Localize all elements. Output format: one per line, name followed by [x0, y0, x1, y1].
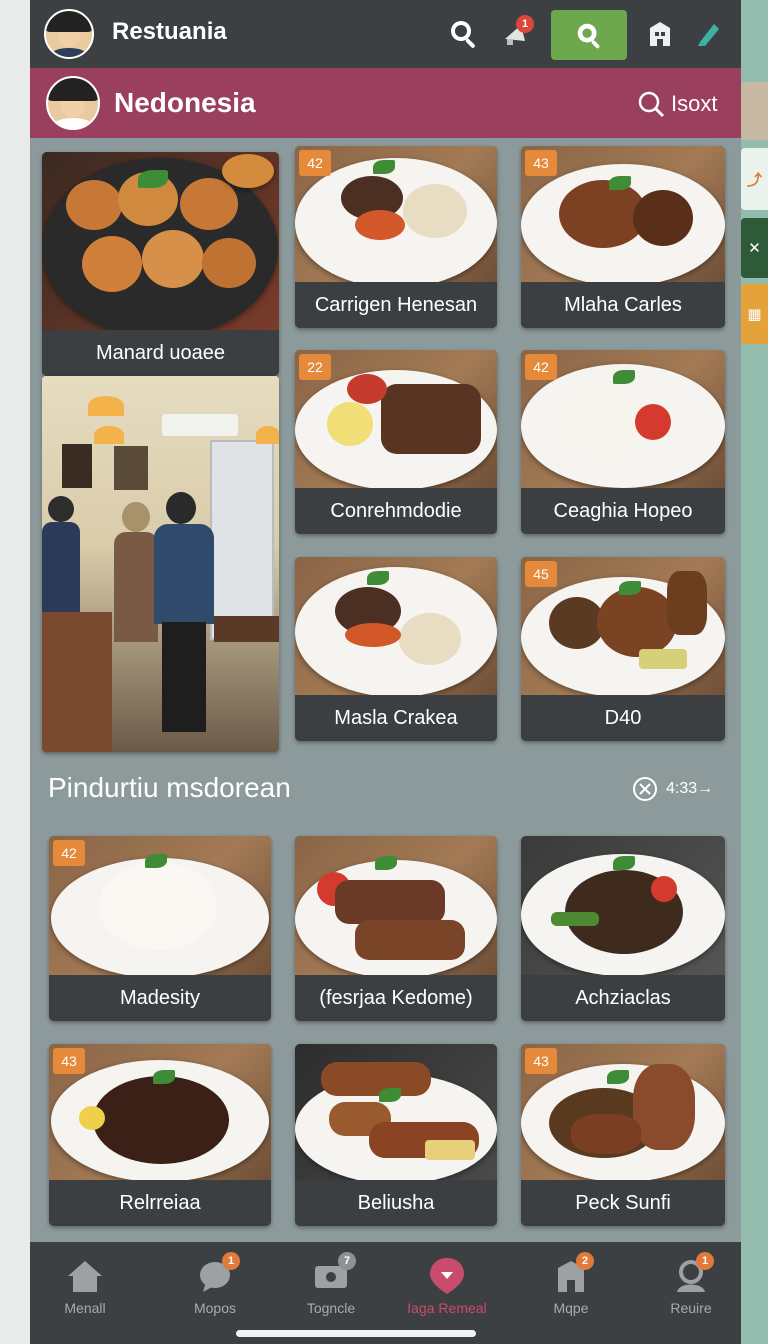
nav-item-menall[interactable]: Menall — [30, 1256, 140, 1326]
top-bar: Restuania 1 — [30, 0, 741, 68]
dish-card[interactable]: 43 Relrreiaa — [49, 1044, 271, 1226]
dish-name: Ceaghia Hopeo — [521, 488, 725, 534]
dish-name: Mlaha Carles — [521, 282, 725, 328]
nav-label: Iaga Remeal — [407, 1300, 487, 1316]
dish-badge: 45 — [525, 561, 557, 587]
notification-badge: 1 — [516, 15, 534, 33]
dish-card[interactable]: Beliusha — [295, 1044, 497, 1226]
sort-label: Isoxt — [671, 91, 718, 116]
edge-chip-dark-green[interactable]: ✕ — [741, 218, 768, 278]
dish-card[interactable]: 42 Ceaghia Hopeo — [521, 350, 725, 534]
dish-name: Manard uoaee — [42, 330, 279, 376]
nav-label: Togncle — [306, 1300, 356, 1316]
nav-item-iaga-remeal[interactable]: Iaga Remeal — [392, 1256, 502, 1326]
dish-card[interactable]: 43 Peck Sunfi — [521, 1044, 725, 1226]
edge-chip-green-icon[interactable]: ⤴ — [741, 148, 768, 210]
dish-card[interactable]: 43 Mlaha Carles — [521, 146, 725, 328]
dish-badge: 43 — [525, 150, 557, 176]
search-icon — [638, 91, 665, 118]
nav-badge: 1 — [696, 1252, 714, 1270]
dish-badge: 42 — [53, 840, 85, 866]
chat-icon: 1 — [194, 1252, 240, 1296]
dish-name: Madesity — [49, 975, 271, 1021]
store-icon: 2 — [550, 1252, 594, 1296]
active-search-button[interactable] — [551, 10, 627, 60]
pen-icon[interactable] — [688, 15, 728, 53]
profile-icon: 1 — [670, 1252, 714, 1296]
dish-badge: 43 — [525, 1048, 557, 1074]
restaurant-interior-photo[interactable] — [42, 376, 279, 752]
app-window: Restuania 1 Nedonesia Isoxt Manard uoaee… — [30, 0, 741, 1344]
nav-item-reuire[interactable]: 1 Reuire — [636, 1252, 741, 1326]
region-avatar[interactable] — [46, 76, 100, 130]
nav-item-mqpe[interactable]: 2 Mqpe — [516, 1252, 626, 1326]
region-header: Nedonesia Isoxt — [30, 68, 741, 138]
home-icon — [64, 1256, 106, 1296]
user-avatar[interactable] — [44, 9, 94, 59]
edge-chip-orange[interactable]: ▦ — [741, 284, 768, 344]
nav-label: Mqpe — [553, 1300, 589, 1316]
building-icon[interactable] — [640, 15, 680, 53]
dish-card[interactable]: 45 D40 — [521, 557, 725, 741]
dish-card[interactable]: Manard uoaee — [42, 152, 279, 376]
nav-item-togncle[interactable]: 7 Togncle — [276, 1252, 386, 1326]
dish-card[interactable]: Achziaclas — [521, 836, 725, 1021]
megaphone-icon[interactable]: 1 — [496, 15, 536, 53]
left-page-edge — [0, 0, 30, 1344]
dish-name: (fesrjaa Kedome) — [295, 975, 497, 1021]
section-title: Pindurtiu msdorean — [48, 772, 291, 803]
search-icon[interactable] — [444, 15, 484, 53]
nav-badge: 1 — [222, 1252, 240, 1270]
sort-button[interactable]: Isoxt — [637, 88, 717, 120]
dish-name: Carrigen Henesan — [295, 282, 497, 328]
home-indicator[interactable] — [236, 1330, 476, 1337]
ticket-icon: 7 — [310, 1252, 356, 1296]
dish-name: Achziaclas — [521, 975, 725, 1021]
nav-badge: 2 — [576, 1252, 594, 1270]
nav-label: Mopos — [193, 1300, 237, 1316]
dish-card[interactable]: 22 Conrehmdodie — [295, 350, 497, 534]
edge-chip-orange-top[interactable] — [741, 82, 768, 140]
app-title: Restuania — [112, 18, 227, 45]
section-action-label: 4:33→ — [666, 780, 714, 797]
location-pin-icon — [426, 1256, 468, 1296]
dish-badge: 42 — [525, 354, 557, 380]
nav-item-mopos[interactable]: 1 Mopos — [160, 1252, 270, 1326]
dish-card[interactable]: Masla Crakea — [295, 557, 497, 741]
search-icon — [577, 23, 600, 49]
dish-name: Beliusha — [295, 1180, 497, 1226]
bottom-navigation: Menall 1 Mopos 7 Togncle Iaga Remeal 2 M… — [30, 1242, 741, 1344]
dish-name: D40 — [521, 695, 725, 741]
dish-name: Peck Sunfi — [521, 1180, 725, 1226]
nav-label: Reuire — [670, 1300, 712, 1316]
dish-badge: 42 — [299, 150, 331, 176]
dish-badge: 43 — [53, 1048, 85, 1074]
nav-badge: 7 — [338, 1252, 356, 1270]
dish-card[interactable]: 42 Madesity — [49, 836, 271, 1021]
region-title: Nedonesia — [114, 87, 256, 118]
section-see-all[interactable]: 4:33→ — [632, 776, 713, 802]
dish-name: Relrreiaa — [49, 1180, 271, 1226]
nav-label: Menall — [64, 1300, 106, 1316]
dish-card[interactable]: 42 Carrigen Henesan — [295, 146, 497, 328]
close-circle-icon — [633, 777, 657, 801]
dish-name: Conrehmdodie — [295, 488, 497, 534]
dish-badge: 22 — [299, 354, 331, 380]
dish-name: Masla Crakea — [295, 695, 497, 741]
dish-card[interactable]: (fesrjaa Kedome) — [295, 836, 497, 1021]
